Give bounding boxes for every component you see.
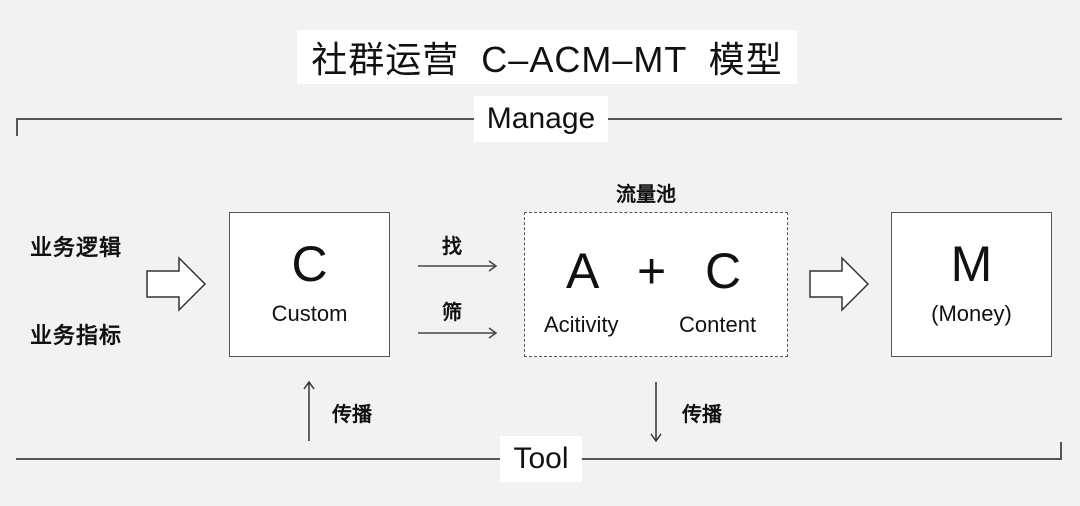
spread-up-arrow-icon [303,380,315,441]
custom-letter: C [291,236,328,292]
tool-frame-line-left [16,458,500,460]
activity-letter: A [566,243,600,299]
spread-down-arrow-icon [650,382,662,443]
tool-frame-tick [1060,442,1062,460]
activity-label: Acitivity [544,312,619,337]
plus-sign: + [637,243,667,299]
content-label: Content [679,312,757,337]
money-label: (Money) [931,301,1012,326]
custom-box: C Custom [229,212,390,357]
filter-arrow-icon [418,327,498,339]
tool-label: Tool [500,436,582,482]
spread-up-label: 传播 [332,402,372,426]
manage-label: Manage [474,96,608,142]
find-label: 找 [442,234,462,258]
tool-frame-line-right [582,458,1062,460]
filter-label: 筛 [442,300,462,324]
business-metrics-label: 业务指标 [30,324,123,349]
traffic-pool-title: 流量池 [616,182,676,206]
manage-frame-tick [16,118,18,136]
manage-frame-line-right [608,118,1062,120]
manage-frame-line-left [16,118,476,120]
spread-down-label: 传播 [682,402,722,426]
money-letter: M [950,236,993,292]
money-box: M (Money) [891,212,1052,357]
custom-label: Custom [271,301,348,326]
diagram-title: 社群运营 C–ACM–MT 模型 [297,30,797,84]
content-letter: C [705,243,742,299]
block-arrow-input-icon [146,256,207,312]
block-arrow-output-icon [809,256,870,312]
business-logic-label: 业务逻辑 [30,236,123,261]
find-arrow-icon [418,260,498,272]
